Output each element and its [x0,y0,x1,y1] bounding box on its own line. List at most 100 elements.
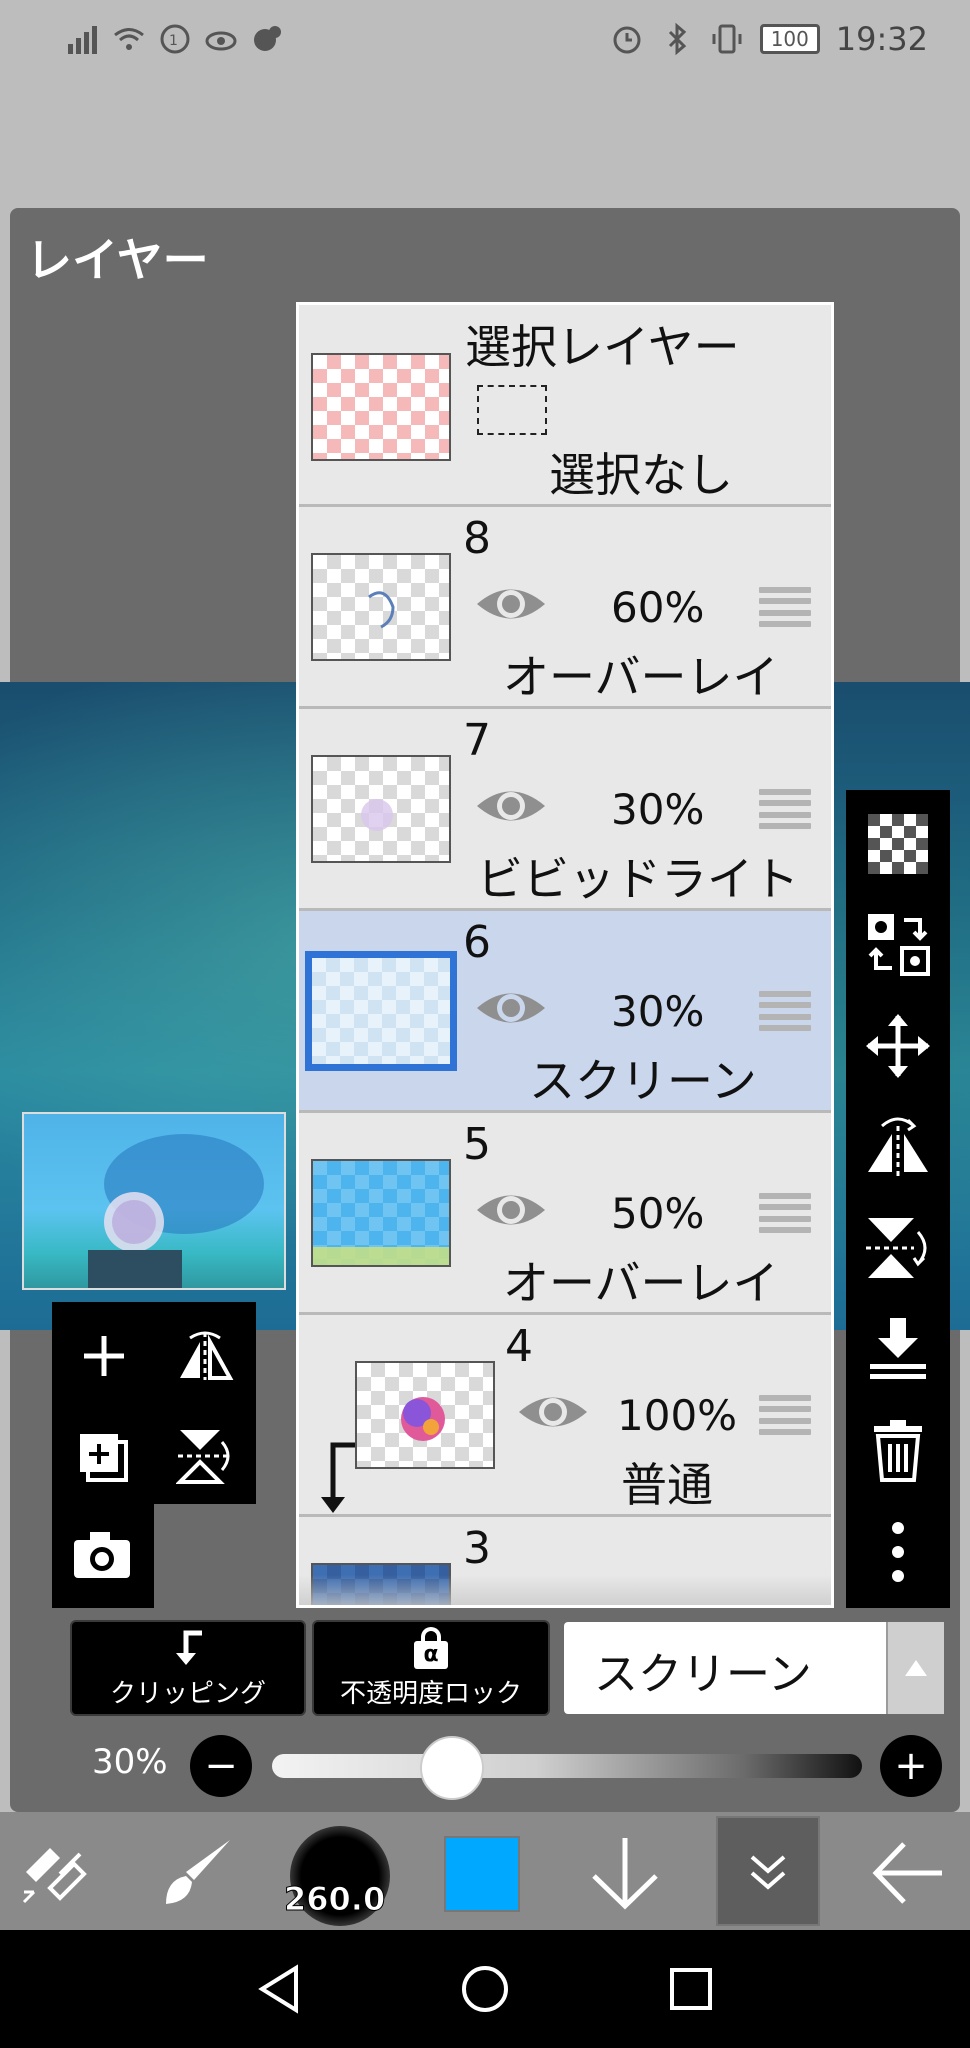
thumb-art [401,1397,445,1441]
clipping-icon [176,1630,202,1665]
visibility-eye-icon[interactable] [475,985,547,1031]
lock-alpha-button[interactable]: α 不透明度ロック [312,1620,550,1716]
layer-number: 8 [463,513,491,564]
flip-vertical-icon[interactable] [864,1214,932,1282]
visibility-eye-icon[interactable] [517,1389,589,1435]
status-left: 1 [66,22,284,56]
layer-opacity: 30% [611,987,705,1036]
layer-number: 4 [505,1321,533,1372]
layer-blend-mode: 普通 [621,1458,713,1512]
panel-title: レイヤー [26,233,209,287]
drag-handle-icon[interactable] [759,991,811,1031]
drag-handle-icon[interactable] [759,587,811,627]
thumb-art [313,1247,449,1265]
merge-down-icon[interactable] [864,1314,932,1382]
layer-row[interactable]: 4 100% 普通 [299,1315,831,1517]
brush-size-preview[interactable]: 260.0 [283,1826,390,1926]
brush-icon[interactable] [160,1836,236,1908]
layer-panel-toggle[interactable] [716,1816,820,1926]
layer-opacity: 50% [611,1189,705,1238]
opacity-slider-thumb[interactable] [420,1736,484,1800]
eye-comfort-icon [205,31,237,51]
nav-recents-icon[interactable] [668,1966,714,2012]
flip-horizontal-icon[interactable] [864,1112,932,1180]
thumb-art [368,591,395,629]
right-toolbar [846,790,950,1608]
layer-blend-mode: オーバーレイ [503,650,779,704]
layer-thumbnail [311,755,451,863]
move-icon[interactable] [864,1012,932,1080]
bottom-toolbar: 260.0 [0,1812,970,1930]
nav-home-icon[interactable] [460,1964,510,2014]
vibrate-icon [712,24,742,54]
status-bar: 1 100 19:32 [0,0,970,84]
system-nav-bar [0,1930,970,2048]
layer-list[interactable]: 選択レイヤー 選択なし 8 60% オーバーレイ 7 30% ビビッドライト 6… [296,302,834,1608]
lock-icon: α [414,1626,448,1669]
add-layer-icon[interactable] [80,1332,128,1380]
opacity-label: 30% [92,1742,168,1782]
battery-indicator: 100 [759,24,820,54]
brush-size-label: 260.0 [283,1880,386,1919]
more-vertical-icon[interactable] [864,1518,932,1586]
opacity-slider-track[interactable] [272,1754,862,1778]
app-notification-icon [254,26,281,51]
layer-opacity: 100% [617,1391,738,1440]
layer-row-selected[interactable]: 6 30% スクリーン [299,911,831,1113]
wifi-icon [114,28,144,50]
blend-select-arrow[interactable] [886,1622,944,1714]
color-swatch[interactable] [444,1836,520,1912]
transparent-grid-icon[interactable] [864,810,932,878]
layer-row[interactable]: 7 30% ビビッドライト [299,709,831,911]
layer-thumbnail [311,1159,451,1267]
chevron-double-down-icon [750,1855,786,1890]
opacity-plus-button[interactable]: + [880,1735,942,1797]
layer-blend-mode: スクリーン [529,1054,757,1108]
layer-number: 6 [463,917,491,968]
reference-icon[interactable] [864,910,932,978]
layer-number: 3 [463,1523,491,1574]
visibility-eye-icon[interactable] [475,581,547,627]
layer-thumbnail [311,353,451,461]
drag-handle-icon[interactable] [759,1395,811,1435]
alarm-icon [613,26,641,54]
layer-number: 5 [463,1119,491,1170]
layer-blend-mode: ビビッドライト [477,852,799,906]
layer-row[interactable]: 5 50% オーバーレイ [299,1113,831,1315]
drag-handle-icon[interactable] [759,789,811,829]
data-saver-icon: 1 [160,24,190,54]
left-toolbar [52,1302,256,1504]
duplicate-layer-icon[interactable] [76,1430,134,1486]
camera-icon[interactable] [72,1530,132,1580]
canvas-preview[interactable] [22,1112,286,1290]
preview-artwork [88,1134,264,1288]
back-arrow-icon[interactable] [870,1836,946,1910]
status-right: 100 19:32 [610,20,928,58]
alpha-symbol: α [423,1642,439,1667]
selection-layer-row[interactable]: 選択レイヤー 選択なし [299,305,831,507]
flip-h-rotate-icon[interactable] [176,1328,234,1382]
layer-number: 7 [463,715,491,766]
selection-layer-title: 選択レイヤー [465,320,740,374]
plus-icon: + [894,1743,928,1789]
clipping-label: クリッピング [109,1678,266,1709]
flip-v-rotate-icon[interactable] [176,1426,234,1486]
arrow-down-icon[interactable] [588,1834,662,1910]
layer-row[interactable]: 8 60% オーバーレイ [299,507,831,709]
transform-eraser-icon[interactable] [20,1838,96,1908]
clipping-button[interactable]: クリッピング [70,1620,306,1716]
left-toolbar-lower [52,1502,154,1608]
trash-icon[interactable] [864,1416,932,1484]
blend-mode-value: スクリーン [594,1649,812,1700]
nav-back-icon[interactable] [256,1964,302,2014]
layer-blend-mode: オーバーレイ [503,1256,779,1310]
list-fade [299,1575,831,1605]
minus-icon: − [204,1743,238,1789]
opacity-minus-button[interactable]: − [190,1735,252,1797]
visibility-eye-icon[interactable] [475,783,547,829]
visibility-eye-icon[interactable] [475,1187,547,1233]
layer-thumbnail [305,951,457,1071]
drag-handle-icon[interactable] [759,1193,811,1233]
layer-thumbnail [311,553,451,661]
layer-opacity: 30% [611,785,705,834]
